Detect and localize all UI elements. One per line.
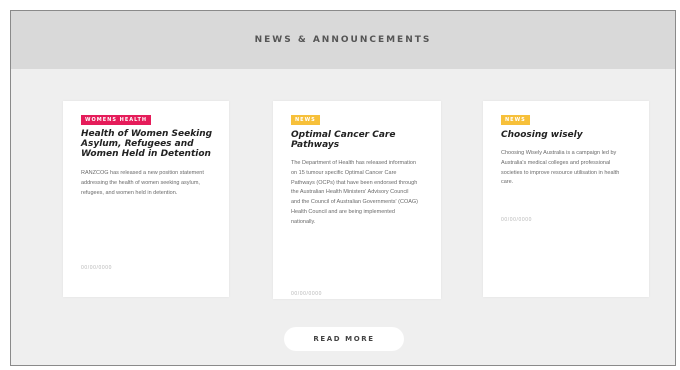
- card-title[interactable]: Optimal Cancer Care Pathways: [291, 130, 425, 150]
- card-excerpt: RANZCOG has released a new position stat…: [81, 170, 204, 196]
- category-tag[interactable]: NEWS: [291, 115, 320, 125]
- section-header: NEWS & ANNOUNCEMENTS: [11, 11, 675, 69]
- news-card[interactable]: NEWS Optimal Cancer Care Pathways The De…: [273, 101, 441, 299]
- read-more-button[interactable]: READ MORE: [284, 327, 404, 351]
- card-title[interactable]: Choosing wisely: [501, 130, 635, 140]
- card-excerpt: The Department of Health has released in…: [291, 160, 418, 225]
- card-excerpt: Choosing Wisely Australia is a campaign …: [501, 150, 620, 186]
- card-title[interactable]: Health of Women Seeking Asylum, Refugees…: [81, 129, 215, 159]
- section-title: NEWS & ANNOUNCEMENTS: [254, 35, 432, 45]
- news-card[interactable]: NEWS Choosing wisely Choosing Wisely Aus…: [483, 101, 649, 297]
- news-section: NEWS & ANNOUNCEMENTS WOMENS HEALTH Healt…: [10, 10, 676, 366]
- card-date: 00/00/0000: [291, 291, 323, 297]
- card-date: 00/00/0000: [81, 265, 113, 271]
- category-tag[interactable]: WOMENS HEALTH: [81, 115, 152, 125]
- card-date: 00/00/0000: [501, 217, 533, 223]
- category-tag[interactable]: NEWS: [501, 115, 530, 125]
- news-card[interactable]: WOMENS HEALTH Health of Women Seeking As…: [63, 101, 229, 297]
